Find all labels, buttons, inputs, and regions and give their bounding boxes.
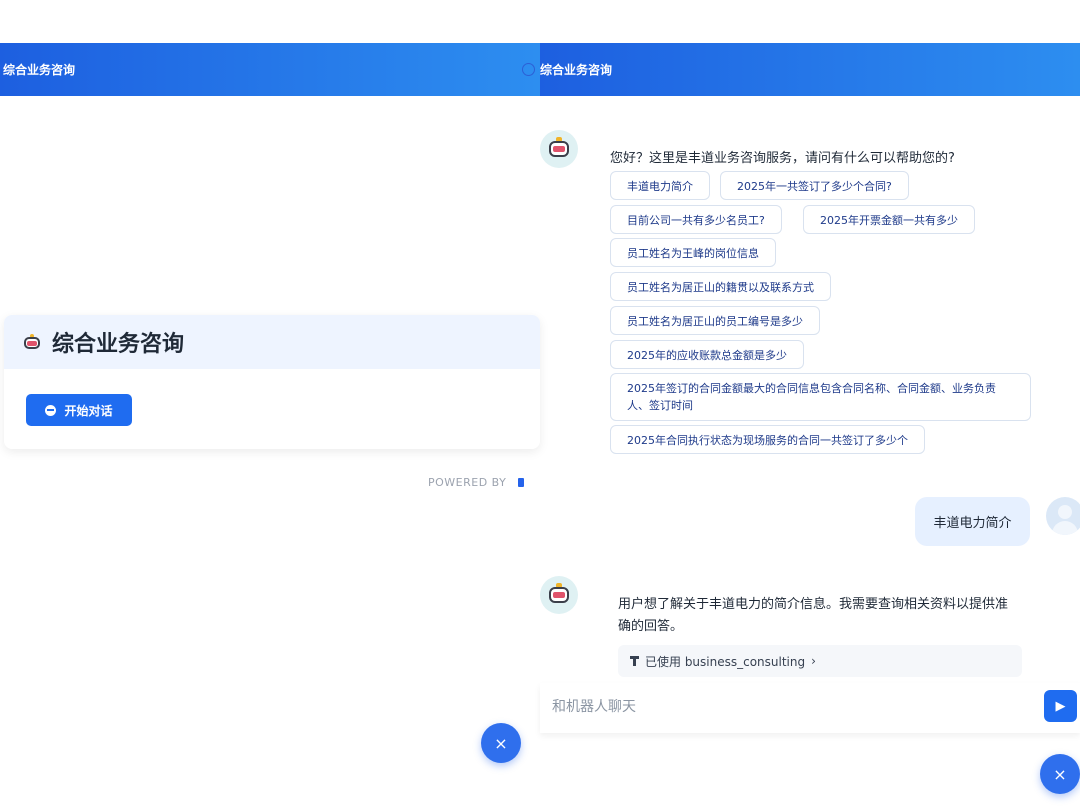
right-header-title: 综合业务咨询 — [540, 63, 613, 77]
suggestion-chip[interactable]: 员工姓名为居正山的籍贯以及联系方式 — [610, 272, 831, 301]
chevron-right-icon: › — [811, 654, 816, 668]
welcome-card-header: 综合业务咨询 — [4, 315, 540, 369]
left-header: 综合业务咨询 — [0, 43, 540, 96]
send-button[interactable]: ▶ — [1044, 690, 1077, 722]
right-header: 综合业务咨询 — [540, 43, 1080, 96]
start-chat-label: 开始对话 — [64, 403, 113, 418]
chat-input[interactable] — [552, 693, 1022, 721]
suggestion-chip[interactable]: 员工姓名为居正山的员工编号是多少 — [610, 306, 820, 335]
suggestion-chip[interactable]: 2025年的应收账款总金额是多少 — [610, 340, 804, 369]
suggestion-chip[interactable]: 目前公司一共有多少名员工? — [610, 205, 782, 234]
suggestion-chip[interactable]: 丰道电力简介 — [610, 171, 710, 200]
close-icon: × — [1053, 764, 1067, 784]
left-header-title: 综合业务咨询 — [3, 63, 76, 77]
powered-by-logo-icon[interactable] — [518, 478, 524, 487]
tool-usage-toggle[interactable]: 已使用 business_consulting › — [618, 645, 1022, 677]
close-chat-button[interactable]: × — [481, 723, 521, 763]
bot-avatar — [540, 130, 578, 168]
card-title: 综合业务咨询 — [52, 332, 185, 357]
suggestion-chip[interactable]: 2025年开票金额一共有多少 — [803, 205, 975, 234]
suggestion-chip[interactable]: 2025年一共签订了多少个合同? — [720, 171, 909, 200]
user-avatar — [1046, 497, 1080, 535]
bot-avatar — [540, 576, 578, 614]
chat-input-bar: ▶ — [540, 683, 1080, 733]
bot-reply: 用户想了解关于丰道电力的简介信息。我需要查询相关资料以提供准确的回答。 — [618, 597, 1009, 634]
welcome-card: 综合业务咨询 开始对话 — [4, 315, 540, 449]
powered-by-text: POWERED BY — [428, 476, 507, 489]
start-chat-button[interactable]: 开始对话 — [26, 394, 132, 426]
bot-greeting: 您好？这里是丰道业务咨询服务，请问有什么可以帮助您的? — [610, 151, 955, 166]
close-chat-button[interactable]: × — [1040, 754, 1080, 794]
tool-icon — [630, 656, 639, 666]
robot-icon — [22, 334, 42, 350]
tool-label: 已使用 business_consulting — [645, 654, 806, 669]
suggestion-chip[interactable]: 员工姓名为王峰的岗位信息 — [610, 238, 776, 267]
chat-bubble-icon — [45, 404, 57, 416]
refresh-icon[interactable] — [522, 63, 535, 76]
suggestion-chip[interactable]: 2025年合同执行状态为现场服务的合同一共签订了多少个 — [610, 425, 925, 454]
suggestion-chip[interactable]: 2025年签订的合同金额最大的合同信息包含合同名称、合同金额、业务负责人、签订时… — [610, 373, 1031, 421]
close-icon: × — [494, 733, 508, 753]
user-message-bubble: 丰道电力简介 — [915, 497, 1030, 546]
send-icon: ▶ — [1055, 698, 1066, 714]
